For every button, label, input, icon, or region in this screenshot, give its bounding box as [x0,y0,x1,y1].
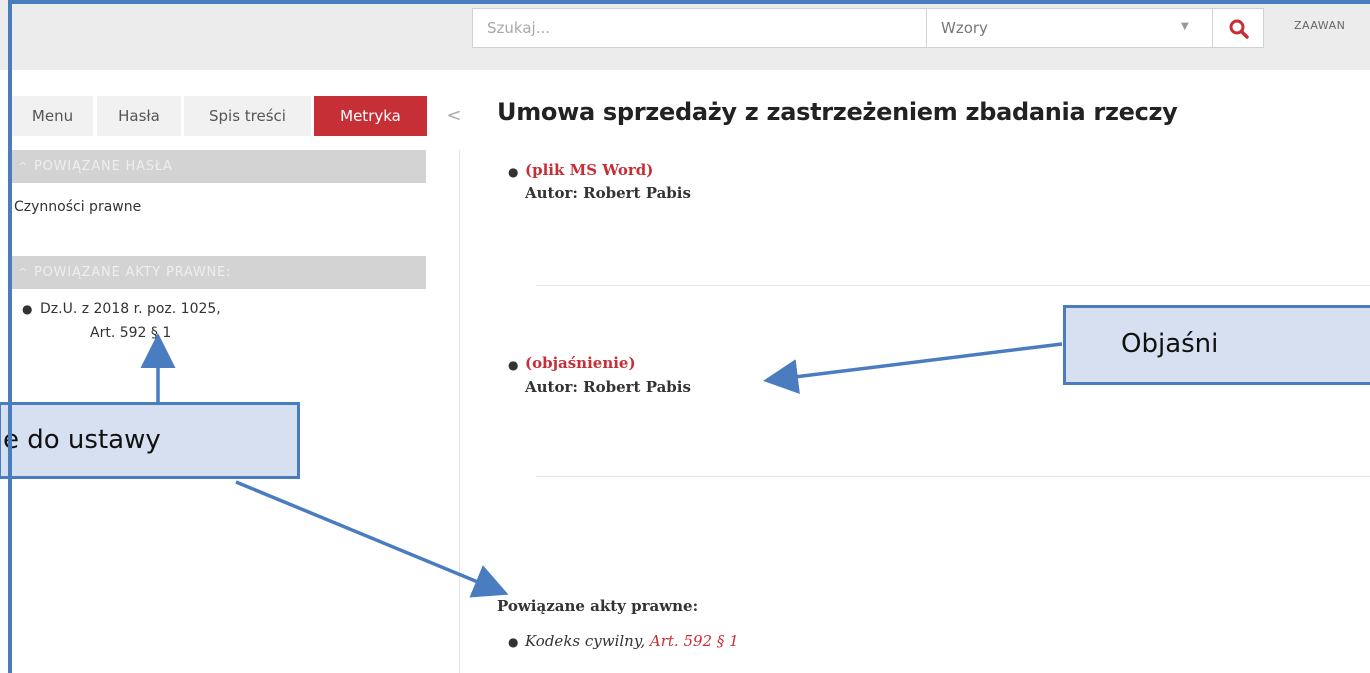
annotation-callout-act: e do ustawy [0,402,300,479]
frame-border [8,0,1370,4]
annotation-arrow [763,342,1063,394]
frame-border [8,0,12,673]
annotation-arrow [235,480,509,598]
annotation-callout-explanation: Objaśni [1063,305,1370,385]
